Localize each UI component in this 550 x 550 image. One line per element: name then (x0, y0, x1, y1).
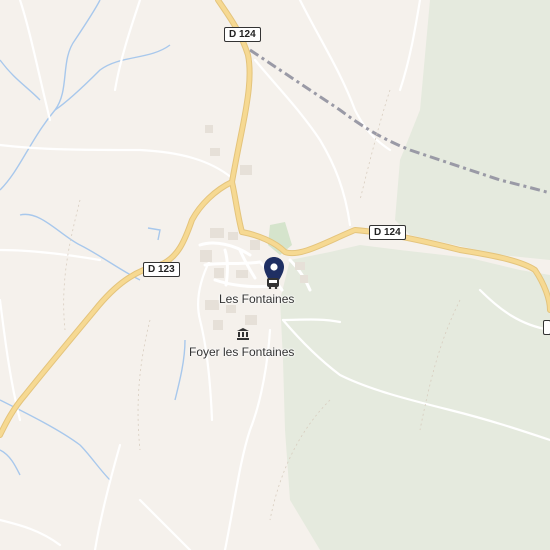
forest-area (395, 0, 550, 260)
forest-area (280, 245, 550, 550)
streams (0, 0, 186, 481)
poi-label-foyer[interactable]: Foyer les Fontaines (189, 345, 294, 359)
road-shield-d124-north: D 124 (224, 27, 261, 42)
museum-icon[interactable] (236, 327, 250, 341)
bus-stop-icon[interactable] (266, 277, 280, 289)
map-canvas[interactable]: D 124 D 124 D 123 Les Fontaines Foyer le… (0, 0, 550, 550)
place-label-village[interactable]: Les Fontaines (219, 292, 294, 306)
road-shield-d123: D 123 (143, 262, 180, 277)
road-shield-d124-east: D 124 (369, 225, 406, 240)
road-shield-partial (543, 320, 550, 335)
